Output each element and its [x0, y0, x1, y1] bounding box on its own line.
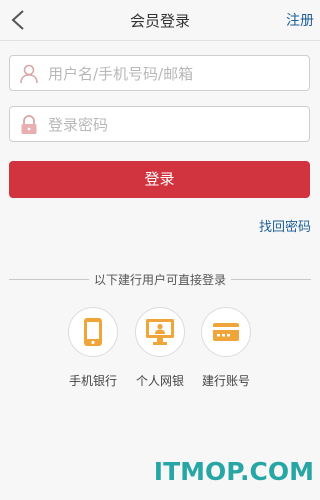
password-field[interactable]: [9, 106, 310, 143]
quick-login-personal-ebank[interactable]: 个人网银: [125, 307, 195, 389]
quick-login-label: 手机银行: [68, 374, 117, 388]
site-watermark: ITMOP.COM: [153, 457, 314, 486]
computer-user-icon: [146, 319, 174, 345]
mobile-bank-circle: [68, 307, 118, 357]
bank-card-icon: [213, 323, 239, 341]
lock-icon: [21, 115, 37, 134]
quick-login-divider: 以下建行用户可直接登录: [9, 270, 311, 288]
user-icon: [20, 64, 38, 84]
quick-login-label: 建行账号: [201, 374, 250, 388]
quick-login-mobile-bank[interactable]: 手机银行: [58, 307, 128, 389]
divider-line-right: [231, 279, 311, 280]
login-button[interactable]: 登录: [9, 161, 310, 198]
username-field[interactable]: [9, 55, 310, 92]
ccb-account-circle: [201, 307, 251, 357]
password-input[interactable]: [46, 107, 305, 143]
mobile-phone-icon: [84, 318, 102, 346]
top-bar: 会员登录 注册: [0, 0, 320, 41]
register-link[interactable]: 注册: [286, 10, 314, 30]
page-title: 会员登录: [129, 12, 190, 30]
username-input[interactable]: [46, 56, 305, 92]
quick-login-ccb-account[interactable]: 建行账号: [191, 307, 261, 389]
forgot-password-link[interactable]: 找回密码: [259, 216, 311, 235]
quick-login-label: 个人网银: [135, 374, 184, 388]
personal-ebank-circle: [135, 307, 185, 357]
